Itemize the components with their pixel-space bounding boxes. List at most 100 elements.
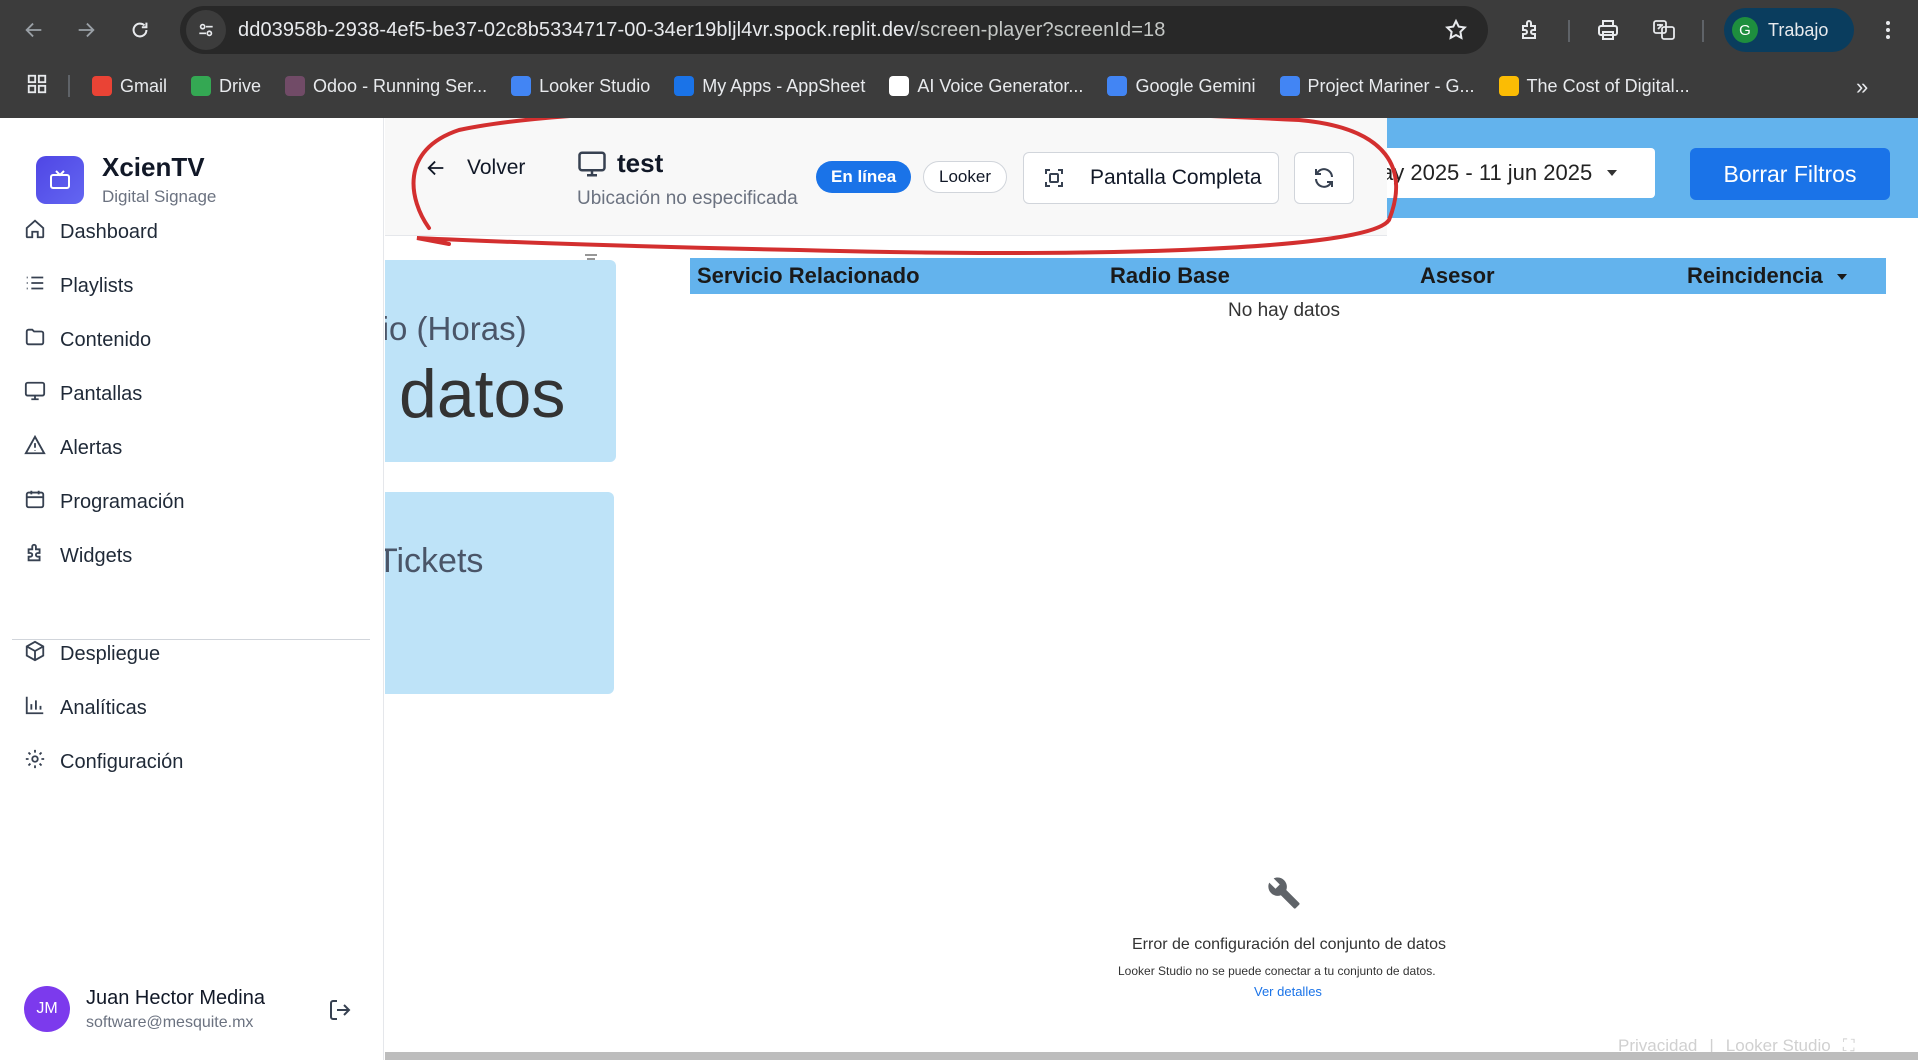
brand-subtitle: Digital Signage bbox=[102, 187, 217, 206]
main-content: ay 2025 - 11 jun 2025 Borrar Filtros Vol… bbox=[385, 118, 1918, 1060]
bookmark-favicon-icon bbox=[1279, 76, 1300, 96]
browser-menu-icon[interactable] bbox=[1870, 12, 1906, 48]
user-name: Juan Hector Medina bbox=[86, 986, 265, 1009]
bookmark-item[interactable]: My Apps - AppSheet bbox=[674, 76, 865, 97]
reload-icon[interactable] bbox=[122, 12, 158, 48]
refresh-button[interactable] bbox=[1294, 152, 1354, 204]
bookmark-item[interactable]: Looker Studio bbox=[511, 76, 650, 97]
site-info-icon[interactable] bbox=[186, 10, 226, 50]
sidebar-item-analiticas[interactable]: Analíticas bbox=[24, 688, 147, 728]
bookmark-label: Gmail bbox=[120, 75, 168, 96]
bookmark-label: The Cost of Digital... bbox=[1526, 75, 1690, 96]
bookmark-favicon-icon bbox=[92, 76, 112, 96]
fullscreen-icon bbox=[1045, 169, 1063, 187]
puzzle-icon bbox=[24, 542, 46, 570]
sidebar-item-despliegue[interactable]: Despliegue bbox=[24, 634, 160, 674]
column-header[interactable]: Servicio Relacionado bbox=[697, 263, 920, 289]
date-range-picker[interactable]: ay 2025 - 11 jun 2025 bbox=[1375, 148, 1655, 198]
error-title: Error de configuración del conjunto de d… bbox=[1132, 936, 1446, 953]
bookmark-favicon-icon bbox=[1498, 76, 1519, 96]
bookmark-item[interactable]: The Cost of Digital... bbox=[1498, 75, 1690, 97]
type-badge: Looker bbox=[923, 161, 1007, 193]
column-header[interactable]: Asesor bbox=[1420, 263, 1495, 289]
profile-label: Trabajo bbox=[1768, 19, 1829, 40]
bookmarks-bar: Gmail Drive Odoo - Running Ser... Looker St… bbox=[0, 66, 1918, 106]
wrench-icon bbox=[1267, 876, 1301, 915]
package-icon bbox=[24, 640, 46, 668]
bookmark-label: Odoo - Running Ser... bbox=[313, 75, 488, 96]
back-nav-icon[interactable] bbox=[16, 12, 52, 48]
bookmark-item[interactable]: Drive bbox=[191, 76, 261, 97]
sidebar-item-label: Configuración bbox=[60, 750, 184, 773]
profile-button[interactable]: G Trabajo bbox=[1724, 8, 1854, 52]
sidebar-item-contenido[interactable]: Contenido bbox=[24, 320, 151, 360]
sidebar-item-label: Widgets bbox=[60, 544, 133, 567]
home-icon bbox=[24, 218, 46, 246]
user-profile: JM Juan Hector Medina software@mesquite.… bbox=[24, 986, 265, 1032]
scorecard-tickets: Tickets bbox=[385, 492, 614, 694]
fullscreen-button[interactable]: Pantalla Completa bbox=[1023, 152, 1279, 204]
extensions-icon[interactable] bbox=[1512, 12, 1548, 48]
bookmark-favicon-icon bbox=[889, 76, 910, 96]
bookmark-favicon-icon bbox=[674, 76, 695, 96]
sidebar-divider bbox=[12, 639, 370, 640]
column-header-sorted[interactable]: Reincidencia bbox=[1687, 263, 1847, 289]
screen-location: Ubicación no especificada bbox=[577, 188, 798, 209]
sidebar-item-dashboard[interactable]: Dashboard bbox=[24, 212, 158, 252]
sidebar-item-widgets[interactable]: Widgets bbox=[24, 536, 132, 576]
sidebar-item-configuracion[interactable]: Configuración bbox=[24, 742, 183, 782]
horizontal-scrollbar[interactable] bbox=[385, 1052, 1918, 1060]
translate-icon[interactable] bbox=[1646, 12, 1682, 48]
bookmark-item[interactable]: Odoo - Running Ser... bbox=[285, 76, 487, 97]
scorecard-label: edio (Horas) bbox=[385, 310, 527, 347]
address-bar[interactable]: dd03958b-2938-4ef5-be37-02c8b5334717-00-… bbox=[180, 6, 1488, 54]
sidebar-item-alertas[interactable]: Alertas bbox=[24, 428, 122, 468]
url-text: dd03958b-2938-4ef5-be37-02c8b5334717-00-… bbox=[238, 18, 1166, 41]
screen-name: test bbox=[617, 148, 664, 178]
bookmark-item[interactable]: Google Gemini bbox=[1107, 76, 1256, 97]
table-header: Servicio Relacionado Radio Base Asesor R… bbox=[690, 258, 1886, 294]
calendar-icon bbox=[24, 488, 46, 516]
bookmark-favicon-icon bbox=[285, 76, 306, 96]
status-badge: En línea bbox=[816, 161, 912, 193]
profile-avatar: G bbox=[1732, 17, 1758, 43]
sidebar: XcienTV Digital Signage Dashboard Playlis… bbox=[0, 118, 384, 1060]
column-header-label: Reincidencia bbox=[1687, 263, 1823, 288]
sidebar-item-label: Programación bbox=[60, 490, 185, 513]
bookmark-favicon-icon bbox=[511, 76, 532, 96]
forward-nav-icon[interactable] bbox=[68, 12, 104, 48]
brand[interactable]: XcienTV Digital Signage bbox=[36, 152, 216, 207]
monitor-icon bbox=[24, 380, 46, 408]
bookmark-item[interactable]: AI Voice Generator... bbox=[889, 76, 1083, 97]
bookmark-favicon-icon bbox=[1107, 76, 1128, 96]
gear-icon bbox=[24, 748, 46, 776]
more-bookmarks-icon[interactable]: » bbox=[1856, 74, 1868, 100]
sidebar-item-label: Pantallas bbox=[60, 382, 143, 405]
arrow-left-icon bbox=[427, 160, 444, 176]
user-email: software@mesquite.mx bbox=[86, 1013, 254, 1031]
no-data-message: No hay datos bbox=[1228, 300, 1340, 321]
brand-name: XcienTV bbox=[102, 152, 205, 182]
column-header[interactable]: Radio Base bbox=[1110, 263, 1230, 289]
bookmark-star-icon[interactable] bbox=[1444, 18, 1468, 47]
clear-filters-button[interactable]: Borrar Filtros bbox=[1690, 148, 1890, 200]
back-button[interactable]: Volver bbox=[425, 156, 525, 180]
browser-chrome: dd03958b-2938-4ef5-be37-02c8b5334717-00-… bbox=[0, 0, 1918, 118]
bookmark-item[interactable]: Project Mariner - G... bbox=[1279, 76, 1475, 97]
sidebar-item-pantallas[interactable]: Pantallas bbox=[24, 374, 142, 414]
sidebar-item-label: Playlists bbox=[60, 274, 134, 297]
avatar: JM bbox=[24, 986, 70, 1032]
alert-triangle-icon bbox=[24, 434, 46, 462]
logout-icon[interactable] bbox=[328, 998, 352, 1027]
print-icon[interactable] bbox=[1590, 12, 1626, 48]
list-icon bbox=[24, 272, 46, 300]
sidebar-item-playlists[interactable]: Playlists bbox=[24, 266, 133, 306]
sidebar-item-programacion[interactable]: Programación bbox=[24, 482, 185, 522]
screen-title: test bbox=[577, 148, 663, 179]
back-label: Volver bbox=[467, 156, 526, 179]
date-range-value: ay 2025 - 11 jun 2025 bbox=[1381, 160, 1593, 185]
apps-grid-icon[interactable] bbox=[26, 73, 48, 100]
bookmark-item[interactable]: Gmail bbox=[92, 76, 167, 97]
error-details-link[interactable]: Ver detalles bbox=[1254, 984, 1322, 999]
bar-chart-icon bbox=[24, 694, 46, 722]
